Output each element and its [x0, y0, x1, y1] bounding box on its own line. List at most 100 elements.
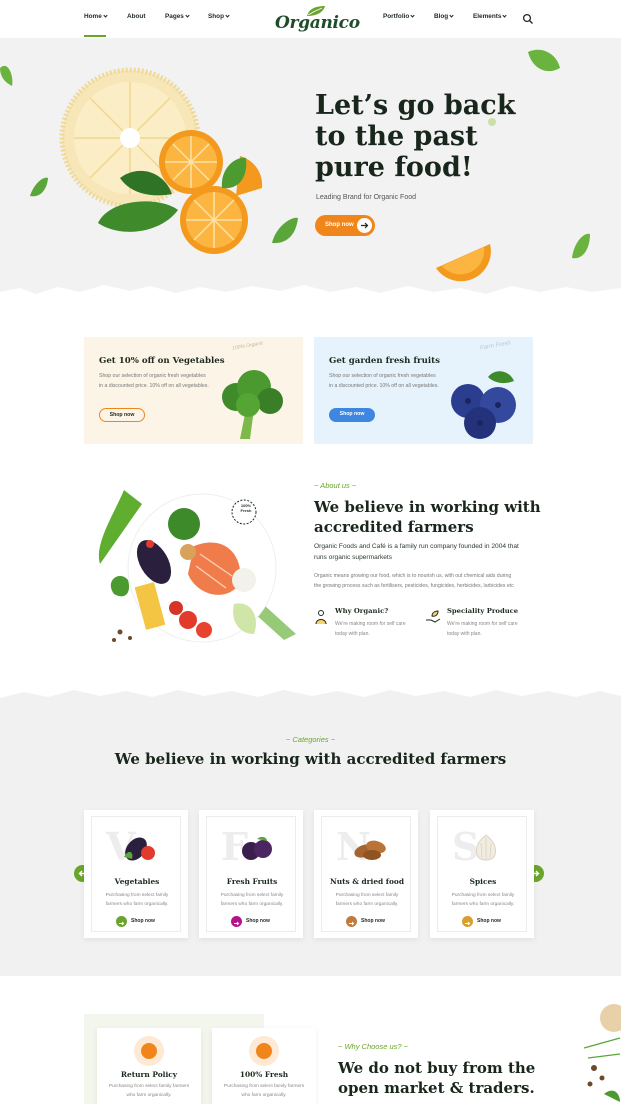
category-card-fruits[interactable]: F Fresh Fruits Purchasing from select fa…	[199, 810, 303, 938]
about-lead: Organic Foods and Café is a family run c…	[314, 543, 519, 561]
feature-description: We're making room for self care today wi…	[335, 621, 406, 637]
nav-shop[interactable]: Shop	[208, 13, 230, 20]
category-card-frame: S Spices Purchasing from select family f…	[437, 816, 527, 932]
herb-decoration-illustration	[583, 1004, 621, 1102]
nav-blog[interactable]: Blog	[434, 13, 454, 20]
arrow-right-icon	[231, 916, 242, 927]
category-shop-now-link[interactable]: Shop now	[231, 916, 281, 928]
nav-elements-label: Elements	[473, 13, 502, 20]
promo-title: Get 10% off on Vegetables	[99, 356, 225, 366]
broccoli-icon	[222, 370, 283, 439]
why-card-description: Purchasing from select family farmers wh…	[223, 1084, 305, 1098]
shop-now-label: Shop now	[477, 918, 501, 924]
hand-leaf-icon	[426, 610, 441, 623]
hero-subtitle: Leading Brand for Organic Food	[316, 194, 417, 201]
category-card-frame: N Nuts & dried food Purchasing from sele…	[321, 816, 411, 932]
category-title: Spices	[469, 877, 497, 886]
site-header: Home About Pages Shop Organico Portfolio…	[0, 0, 621, 38]
nav-portfolio-label: Portfolio	[383, 13, 410, 20]
hero-button-label: Shop now	[325, 222, 354, 228]
leaf-icon	[249, 1036, 279, 1066]
chevron-down-icon	[185, 13, 190, 18]
blueberries-icon	[451, 371, 516, 439]
feature-title: Speciality Produce	[447, 607, 519, 615]
promo-stamp: Farm Fresh	[479, 340, 512, 352]
arrow-right-icon	[116, 916, 127, 927]
why-title: We do not buy from the open market & tra…	[338, 1059, 536, 1097]
promo-shop-now-button[interactable]: Shop now	[329, 408, 375, 422]
promo-description: Shop our selection of organic fresh vege…	[329, 373, 439, 389]
categories-tag: ~ Categories ~	[285, 735, 336, 744]
nav-pages[interactable]: Pages	[165, 13, 190, 20]
chevron-down-icon	[502, 13, 508, 18]
hero-title: Let’s go back to the past pure food!	[315, 90, 516, 183]
feature-description: We're making room for self care today wi…	[447, 621, 518, 637]
logo-text: Organico	[275, 13, 360, 33]
category-card-nuts[interactable]: N Nuts & dried food Purchasing from sele…	[314, 810, 418, 938]
nav-home[interactable]: Home	[84, 13, 108, 20]
nav-shop-label: Shop	[208, 13, 224, 20]
category-description: Purchasing from select family farmers wh…	[451, 893, 515, 907]
nav-home-label: Home	[84, 13, 102, 20]
category-description: Purchasing from select family farmers wh…	[220, 893, 284, 907]
torn-paper-divider	[0, 285, 621, 300]
almonds-icon	[354, 840, 386, 860]
shop-now-label: Shop now	[131, 918, 155, 924]
nav-active-indicator	[84, 35, 106, 37]
category-title: Vegetables	[114, 877, 160, 886]
chevron-down-icon	[410, 13, 415, 18]
category-card-frame: V Vegetables Purchasing from select fami…	[91, 816, 181, 932]
category-shop-now-link[interactable]: Shop now	[346, 916, 396, 928]
why-card-title: 100% Fresh	[239, 1070, 289, 1079]
feature-title: Why Organic?	[335, 607, 389, 615]
promo-title: Get garden fresh fruits	[329, 356, 440, 366]
arrow-right-icon	[346, 916, 357, 927]
leaf-person-icon	[315, 610, 327, 625]
torn-paper-divider	[0, 690, 621, 704]
promo-card-fruits: Get garden fresh fruits Shop our selecti…	[314, 337, 533, 444]
feature-why-organic: Why Organic? We're making room for self …	[313, 607, 423, 643]
chevron-down-icon	[225, 13, 230, 18]
promo-stamp: 100% Organic	[231, 340, 264, 352]
category-description: Purchasing from select family farmers wh…	[335, 893, 399, 907]
nav-pages-label: Pages	[165, 13, 184, 20]
return-icon	[134, 1036, 164, 1066]
why-tag: ~ Why Choose us? ~	[338, 1042, 409, 1051]
category-title: Fresh Fruits	[226, 877, 278, 886]
why-card-fresh: 100% Fresh Purchasing from select family…	[212, 1028, 316, 1104]
about-body: Organic means growing our food, which is…	[314, 573, 514, 589]
why-card-description: Purchasing from select family farmers wh…	[108, 1084, 190, 1098]
nav-portfolio[interactable]: Portfolio	[383, 13, 415, 20]
why-card-return-policy: Return Policy Purchasing from select fam…	[97, 1028, 201, 1104]
search-icon[interactable]	[522, 13, 534, 25]
category-card-vegetables[interactable]: V Vegetables Purchasing from select fami…	[84, 810, 188, 938]
promo-description: Shop our selection of organic fresh vege…	[99, 373, 209, 389]
category-title: Nuts & dried food	[329, 877, 405, 886]
about-food-illustration	[98, 490, 296, 643]
nav-elements[interactable]: Elements	[473, 13, 508, 20]
about-title: We believe in working with accredited fa…	[314, 498, 541, 536]
chevron-down-icon	[103, 13, 108, 18]
categories-title: We believe in working with accredited fa…	[114, 750, 507, 768]
promo-card-vegetables: Get 10% off on Vegetables Shop our selec…	[84, 337, 303, 444]
category-shop-now-link[interactable]: Shop now	[462, 916, 512, 928]
garlic-icon	[475, 834, 497, 861]
shop-now-label: Shop now	[246, 918, 270, 924]
feature-speciality-produce: Speciality Produce We're making room for…	[425, 607, 535, 643]
about-tag: ~ About us ~	[314, 481, 357, 490]
nav-blog-label: Blog	[434, 13, 449, 20]
category-description: Purchasing from select family farmers wh…	[105, 893, 169, 907]
fresh-badge: 100% Fresh	[240, 503, 252, 513]
category-card-frame: F Fresh Fruits Purchasing from select fa…	[206, 816, 296, 932]
shop-now-label: Shop now	[361, 918, 385, 924]
hero-shop-now-button[interactable]: Shop now	[315, 215, 375, 236]
category-shop-now-link[interactable]: Shop now	[116, 916, 166, 928]
why-card-title: Return Policy	[120, 1070, 178, 1079]
nav-about[interactable]: About	[127, 13, 145, 20]
promo-shop-now-button[interactable]: Shop now	[99, 408, 145, 422]
site-logo[interactable]: Organico	[275, 5, 360, 33]
arrow-right-icon	[357, 218, 372, 233]
plums-icon	[242, 836, 272, 860]
arrow-right-icon	[462, 916, 473, 927]
category-card-spices[interactable]: S Spices Purchasing from select family f…	[430, 810, 534, 938]
